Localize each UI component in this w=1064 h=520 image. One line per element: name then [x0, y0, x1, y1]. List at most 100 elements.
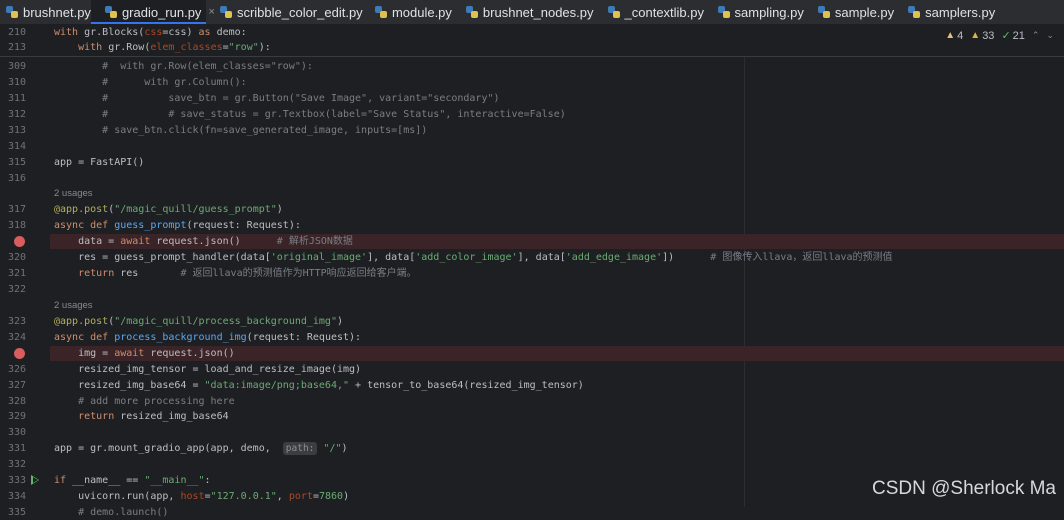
line-number[interactable]: 323 [0, 314, 26, 329]
line-number[interactable]: 326 [0, 362, 26, 377]
tab-scribble-color-edit-py[interactable]: scribble_color_edit.py [206, 0, 363, 24]
line-number[interactable]: 314 [0, 139, 26, 154]
code-line[interactable]: 311 # save_btn = gr.Button("Save Image",… [0, 91, 1064, 106]
code-line[interactable]: 315 app = FastAPI() [0, 155, 1064, 170]
tab-contextlib-py[interactable]: _contextlib.py [594, 0, 704, 24]
code-line[interactable]: 331 app = gr.mount_gradio_app(app, demo, … [0, 441, 1064, 456]
line-number[interactable]: 330 [0, 425, 26, 440]
code-text-area[interactable] [50, 425, 1064, 440]
code-text-area[interactable]: app = gr.mount_gradio_app(app, demo, pat… [50, 441, 1064, 456]
code-text-area[interactable]: 2 usages [50, 186, 1064, 201]
code-line[interactable]: 318 async def guess_prompt(request: Reque… [0, 218, 1064, 233]
line-number[interactable]: 334 [0, 489, 26, 504]
code-text-area[interactable]: @app.post("/magic_quill/process_backgrou… [50, 314, 1064, 329]
tab-sampling-py[interactable]: sampling.py [704, 0, 804, 24]
code-line[interactable]: 326 resized_img_tensor = load_and_resize… [0, 362, 1064, 377]
code-line[interactable]: 309 # with gr.Row(elem_classes="row"): [0, 59, 1064, 74]
code-line[interactable]: 312 # # save_status = gr.Textbox(label="… [0, 107, 1064, 122]
chevron-down-icon[interactable]: ⌄ [1046, 30, 1054, 41]
tab-brushnet-py[interactable]: brushnet.py [0, 0, 91, 24]
code-line[interactable]: 213 with gr.Row(elem_classes="row"): [0, 40, 1064, 55]
line-number[interactable]: 328 [0, 394, 26, 409]
tab-module-py[interactable]: module.py [361, 0, 452, 24]
code-line[interactable]: 323 @app.post("/magic_quill/process_backg… [0, 314, 1064, 329]
code-text-area[interactable] [50, 139, 1064, 154]
code-line[interactable]: 328 # add more processing here [0, 394, 1064, 409]
code-text-area[interactable]: # with gr.Column(): [50, 75, 1064, 90]
line-number[interactable]: 309 [0, 59, 26, 74]
weak-warnings-count[interactable]: ▲ 33 [970, 30, 994, 42]
line-number[interactable]: 335 [0, 505, 26, 520]
code-text-area[interactable]: with gr.Blocks(css=css) as demo: [50, 25, 1064, 40]
code-text-area[interactable]: resized_img_base64 = "data:image/png;bas… [50, 378, 1064, 393]
code-text-area[interactable]: # save_btn = gr.Button("Save Image", var… [50, 91, 1064, 106]
code-line[interactable]: 2 usages [0, 186, 1064, 201]
sticky-scope-header[interactable]: 210 with gr.Blocks(css=css) as demo: 213 w… [0, 25, 1064, 57]
code-text-area[interactable]: @app.post("/magic_quill/guess_prompt") [50, 202, 1064, 217]
code-line[interactable]: 310 # with gr.Column(): [0, 75, 1064, 90]
line-number[interactable]: 329 [0, 409, 26, 424]
line-number[interactable]: 332 [0, 457, 26, 472]
line-number[interactable]: 311 [0, 91, 26, 106]
breakpoint-icon[interactable] [14, 348, 25, 359]
code-text-area[interactable]: data = await request.json() # 解析JSON数据 [50, 234, 1064, 249]
tab-samplers-py[interactable]: samplers.py [894, 0, 1064, 24]
tab-brushnet-nodes-py[interactable]: brushnet_nodes.py [452, 0, 594, 24]
code-text-area[interactable]: return resized_img_base64 [50, 409, 1064, 424]
code-text-area[interactable]: return res # 返回llava的预测值作为HTTP响应返回给客户端。 [50, 266, 1064, 281]
line-number[interactable]: 327 [0, 378, 26, 393]
code-line[interactable]: 210 with gr.Blocks(css=css) as demo: [0, 25, 1064, 40]
code-text-area[interactable] [50, 457, 1064, 472]
line-number[interactable]: 321 [0, 266, 26, 281]
code-line[interactable]: 324 async def process_background_img(requ… [0, 330, 1064, 345]
line-number[interactable]: 213 [0, 40, 26, 55]
chevron-up-icon[interactable]: ⌃ [1032, 30, 1040, 41]
line-number[interactable]: 333 [0, 473, 26, 488]
line-number[interactable]: 316 [0, 171, 26, 186]
code-line[interactable]: 313 # save_btn.click(fn=save_generated_i… [0, 123, 1064, 138]
code-line[interactable]: 332 [0, 457, 1064, 472]
line-number[interactable]: 318 [0, 218, 26, 233]
line-number[interactable]: 331 [0, 441, 26, 456]
code-line[interactable]: 335 # demo.launch() [0, 505, 1064, 520]
line-number[interactable]: 322 [0, 282, 26, 297]
warnings-count[interactable]: ▲ 4 [945, 30, 963, 42]
usages-hint[interactable]: 2 usages [54, 298, 93, 313]
inspection-widget[interactable]: ▲ 4 ▲ 33 ✓ 21 ⌃ ⌄ [945, 29, 1054, 43]
line-number[interactable]: 210 [0, 25, 26, 40]
code-text-area[interactable]: app = FastAPI() [50, 155, 1064, 170]
code-line[interactable]: data = await request.json() # 解析JSON数据 [0, 234, 1064, 249]
tab-gradio-run-py[interactable]: gradio_run.py × [90, 0, 215, 24]
code-text-area[interactable]: async def process_background_img(request… [50, 330, 1064, 345]
line-number[interactable]: 312 [0, 107, 26, 122]
line-number[interactable]: 310 [0, 75, 26, 90]
code-line[interactable]: 320 res = guess_prompt_handler(data['ori… [0, 250, 1064, 265]
code-line[interactable]: 327 resized_img_base64 = "data:image/png… [0, 378, 1064, 393]
typo-count[interactable]: ✓ 21 [1001, 29, 1024, 43]
line-number[interactable]: 317 [0, 202, 26, 217]
breakpoint-icon[interactable] [14, 236, 25, 247]
code-line[interactable]: 330 [0, 425, 1064, 440]
line-number[interactable]: 324 [0, 330, 26, 345]
usages-hint[interactable]: 2 usages [54, 186, 93, 201]
tab-sample-py[interactable]: sample.py [804, 0, 894, 24]
line-number[interactable]: 313 [0, 123, 26, 138]
line-number[interactable]: 315 [0, 155, 26, 170]
code-text-area[interactable] [50, 171, 1064, 186]
code-line[interactable]: 322 [0, 282, 1064, 297]
code-text-area[interactable]: async def guess_prompt(request: Request)… [50, 218, 1064, 233]
code-text-area[interactable]: with gr.Row(elem_classes="row"): [50, 40, 1064, 55]
code-line[interactable]: img = await request.json() [0, 346, 1064, 361]
code-line[interactable]: 316 [0, 171, 1064, 186]
code-line[interactable]: 321 return res # 返回llava的预测值作为HTTP响应返回给客… [0, 266, 1064, 281]
code-text-area[interactable] [50, 282, 1064, 297]
code-text-area[interactable]: res = guess_prompt_handler(data['origina… [50, 250, 1064, 265]
code-line[interactable]: 2 usages [0, 298, 1064, 313]
code-line[interactable]: 314 [0, 139, 1064, 154]
code-text-area[interactable]: # add more processing here [50, 394, 1064, 409]
code-text-area[interactable]: # demo.launch() [50, 505, 1064, 520]
code-text-area[interactable]: 2 usages [50, 298, 1064, 313]
code-text-area[interactable]: img = await request.json() [50, 346, 1064, 361]
code-text-area[interactable]: resized_img_tensor = load_and_resize_ima… [50, 362, 1064, 377]
line-number[interactable]: 320 [0, 250, 26, 265]
